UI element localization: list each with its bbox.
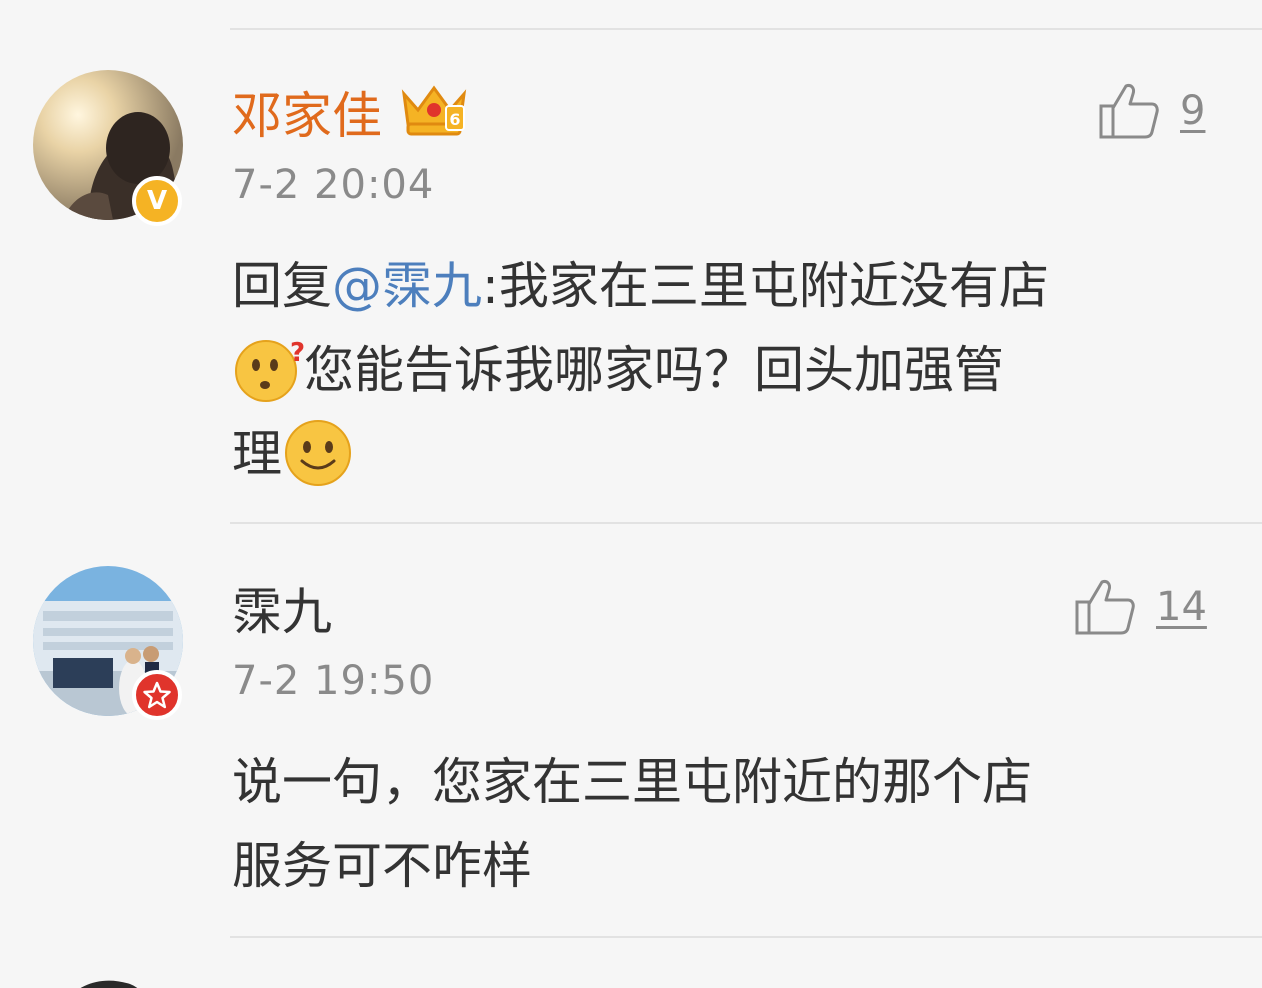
comment-timestamp: 7-2 20:04	[232, 162, 435, 208]
verified-v-badge-icon: V	[132, 176, 182, 226]
comment-body: 说一句，您家在三里屯附近的那个店 服务可不咋样	[232, 740, 1222, 908]
svg-text:6: 6	[449, 110, 460, 129]
comment-username[interactable]: 霂九	[232, 582, 332, 642]
top-divider	[230, 28, 1262, 30]
comment-list: V 邓家佳 6 7-2 20:04 9 回复@霂九:我家在三里屯附近没有店 ? …	[0, 0, 1262, 988]
thumbs-up-icon	[1075, 580, 1135, 635]
comment-line: ? 您能告诉我哪家吗？回头加强管	[232, 328, 1222, 412]
reply-prefix: 回复	[232, 257, 332, 315]
comment-username[interactable]: 邓家佳	[232, 86, 382, 146]
comment-text: 您能告诉我哪家吗？回头加强管	[304, 341, 1004, 399]
svg-text:?: ?	[290, 338, 304, 368]
comment-divider	[230, 522, 1262, 524]
like-count: 9	[1180, 88, 1206, 134]
thumbs-up-icon	[1099, 84, 1159, 139]
smile-emoji-icon	[285, 420, 351, 486]
comment-line: 服务可不咋样	[232, 837, 532, 895]
comment-line: 说一句，您家在三里屯附近的那个店	[232, 753, 1032, 811]
vip-crown-icon: 6	[401, 85, 467, 136]
comment-text: 理	[232, 425, 282, 483]
comment-divider	[230, 936, 1262, 938]
mention-link[interactable]: @霂九	[332, 257, 482, 315]
like-button[interactable]: 9	[1098, 82, 1205, 140]
comment-line: 理	[232, 412, 1222, 496]
comment-body: 回复@霂九:我家在三里屯附近没有店 ? 您能告诉我哪家吗？回头加强管 理	[232, 244, 1222, 496]
star-badge-icon	[132, 670, 182, 720]
comment-line: 回复@霂九:我家在三里屯附近没有店	[232, 244, 1222, 328]
like-button[interactable]: 14	[1074, 578, 1207, 636]
comment-text: :我家在三里屯附近没有店	[482, 257, 1049, 315]
confused-emoji-icon: ?	[235, 338, 304, 402]
comment-timestamp: 7-2 19:50	[232, 658, 435, 704]
like-count: 14	[1156, 584, 1207, 630]
avatar[interactable]	[60, 972, 150, 988]
